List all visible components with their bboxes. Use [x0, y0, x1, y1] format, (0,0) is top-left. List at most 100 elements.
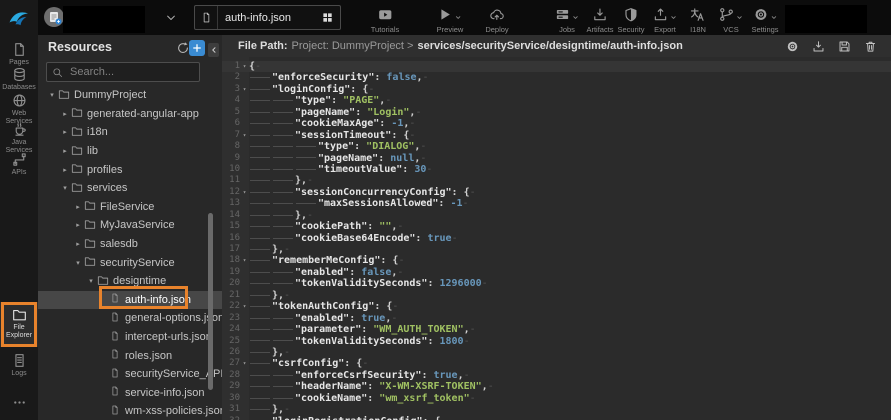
line-number[interactable]: 1 [222, 61, 240, 72]
line-number[interactable]: 19 [222, 267, 240, 278]
caret-right-icon[interactable]: ▸ [72, 240, 84, 248]
settings-button[interactable] [786, 40, 799, 53]
line-number[interactable]: 9 [222, 153, 240, 164]
toolbar-item-vcs[interactable]: VCS [719, 7, 743, 34]
caret-down-icon[interactable]: ▾ [59, 184, 71, 192]
line-number[interactable]: 3 [222, 84, 240, 95]
project-avatar[interactable] [44, 7, 64, 27]
line-number[interactable]: 8 [222, 141, 240, 152]
grid-icon[interactable] [322, 12, 333, 23]
code-line-9[interactable]: 9"pageName": null, [222, 153, 891, 164]
open-file-tab[interactable]: auth-info.json [194, 5, 341, 30]
tree-item-lib[interactable]: ▸lib [38, 142, 222, 161]
sidebar-item-logs[interactable]: Logs [0, 353, 38, 378]
line-number[interactable]: 13 [222, 198, 240, 209]
tree-item-securityservice[interactable]: ▾securityService [38, 253, 222, 272]
line-number[interactable]: 20 [222, 278, 240, 289]
fold-toggle-icon[interactable]: ▾ [240, 416, 249, 420]
fold-toggle-icon[interactable]: ▾ [240, 187, 249, 198]
tree-item-intercept-urls-json[interactable]: intercept-urls.json [38, 328, 222, 347]
sidebar-item-databases[interactable]: Databases [0, 67, 38, 92]
fold-toggle-icon[interactable]: ▾ [240, 84, 249, 95]
line-number[interactable]: 31 [222, 404, 240, 415]
fold-toggle-icon[interactable]: ▾ [240, 61, 249, 72]
caret-right-icon[interactable]: ▸ [72, 203, 84, 211]
code-line-5[interactable]: 5"pageName": "Login", [222, 107, 891, 118]
tree-item-securityservice-api-json[interactable]: securityService_API.json [38, 365, 222, 384]
sidebar-item-apis[interactable]: APIs [0, 152, 38, 177]
app-logo[interactable] [0, 0, 38, 35]
caret-right-icon[interactable]: ▸ [59, 147, 71, 155]
line-number[interactable]: 26 [222, 347, 240, 358]
caret-right-icon[interactable]: ▸ [59, 166, 71, 174]
code-line-11[interactable]: 11}, [222, 175, 891, 186]
code-line-2[interactable]: 2"enforceSecurity": false, [222, 72, 891, 83]
line-number[interactable]: 28 [222, 370, 240, 381]
sidebar-item-pages[interactable]: Pages [0, 42, 38, 67]
toolbar-item-preview[interactable]: Preview [437, 7, 464, 34]
caret-right-icon[interactable]: ▸ [59, 128, 71, 136]
code-line-10[interactable]: 10"timeoutValue": 30 [222, 164, 891, 175]
tree-item-service-info-json[interactable]: service-info.json [38, 384, 222, 403]
sidebar-item-java-services[interactable]: Java Services [0, 122, 38, 155]
code-line-31[interactable]: 31}, [222, 404, 891, 415]
chevron-down-icon[interactable] [165, 12, 177, 24]
code-line-7[interactable]: 7▾"sessionTimeout": { [222, 130, 891, 141]
line-number[interactable]: 4 [222, 95, 240, 106]
line-number[interactable]: 30 [222, 393, 240, 404]
code-line-30[interactable]: 30"cookieName": "wm_xsrf_token" [222, 393, 891, 404]
code-line-6[interactable]: 6"cookieMaxAge": -1, [222, 118, 891, 129]
line-number[interactable]: 10 [222, 164, 240, 175]
tree-item-i18n[interactable]: ▸i18n [38, 123, 222, 142]
line-number[interactable]: 11 [222, 175, 240, 186]
line-number[interactable]: 25 [222, 336, 240, 347]
caret-down-icon[interactable]: ▾ [72, 259, 84, 267]
line-number[interactable]: 15 [222, 221, 240, 232]
tree-item-services[interactable]: ▾services [38, 179, 222, 198]
toolbar-item-jobs[interactable]: Jobs [555, 7, 579, 34]
line-number[interactable]: 5 [222, 107, 240, 118]
code-line-12[interactable]: 12▾"sessionConcurrencyConfig": { [222, 187, 891, 198]
toolbar-item-tutorials[interactable]: Tutorials [371, 7, 399, 34]
tree-item-dummyproject[interactable]: ▾DummyProject [38, 86, 222, 105]
code-line-14[interactable]: 14}, [222, 210, 891, 221]
toolbar-item-settings[interactable]: Settings [751, 7, 778, 34]
code-line-28[interactable]: 28"enforceCsrfSecurity": true, [222, 370, 891, 381]
code-line-3[interactable]: 3▾"loginConfig": { [222, 84, 891, 95]
toolbar-item-artifacts[interactable]: Artifacts [586, 7, 613, 34]
line-number[interactable]: 22 [222, 301, 240, 312]
search-input[interactable] [68, 65, 199, 79]
code-line-20[interactable]: 20"tokenValiditySeconds": 1296000 [222, 278, 891, 289]
code-line-17[interactable]: 17}, [222, 244, 891, 255]
tree-item-general-options-json[interactable]: general-options.json [38, 309, 222, 328]
code-editor[interactable]: 1▾{2"enforceSecurity": false,3▾"loginCon… [222, 57, 891, 420]
fold-toggle-icon[interactable]: ▾ [240, 130, 249, 141]
tree-item-profiles[interactable]: ▸profiles [38, 160, 222, 179]
line-number[interactable]: 6 [222, 118, 240, 129]
line-number[interactable]: 17 [222, 244, 240, 255]
tree-item-designtime[interactable]: ▾designtime [38, 272, 222, 291]
code-line-29[interactable]: 29"headerName": "X-WM-XSRF-TOKEN", [222, 381, 891, 392]
tree-scrollbar[interactable] [208, 213, 213, 390]
fold-toggle-icon[interactable]: ▾ [240, 255, 249, 266]
line-number[interactable]: 14 [222, 210, 240, 221]
code-line-1[interactable]: 1▾{ [222, 61, 891, 72]
tree-item-fileservice[interactable]: ▸FileService [38, 198, 222, 217]
tree-item-generated-angular-app[interactable]: ▸generated-angular-app [38, 105, 222, 124]
line-number[interactable]: 18 [222, 255, 240, 266]
code-line-19[interactable]: 19"enabled": false, [222, 267, 891, 278]
toolbar-item-security[interactable]: Security [617, 7, 644, 34]
toolbar-item-export[interactable]: Export [653, 7, 677, 34]
line-number[interactable]: 24 [222, 324, 240, 335]
save-button[interactable] [838, 40, 851, 53]
line-number[interactable]: 27 [222, 358, 240, 369]
sidebar-item-file-explorer[interactable]: File Explorer [0, 307, 38, 340]
caret-down-icon[interactable]: ▾ [85, 277, 97, 285]
sidebar-item-more[interactable] [0, 395, 38, 410]
toolbar-item-i18n[interactable]: I18N [690, 7, 706, 34]
code-line-16[interactable]: 16"cookieBase64Encode": true [222, 233, 891, 244]
code-line-21[interactable]: 21}, [222, 290, 891, 301]
caret-down-icon[interactable]: ▾ [46, 91, 58, 99]
line-number[interactable]: 32 [222, 416, 240, 420]
code-line-15[interactable]: 15"cookiePath": "", [222, 221, 891, 232]
